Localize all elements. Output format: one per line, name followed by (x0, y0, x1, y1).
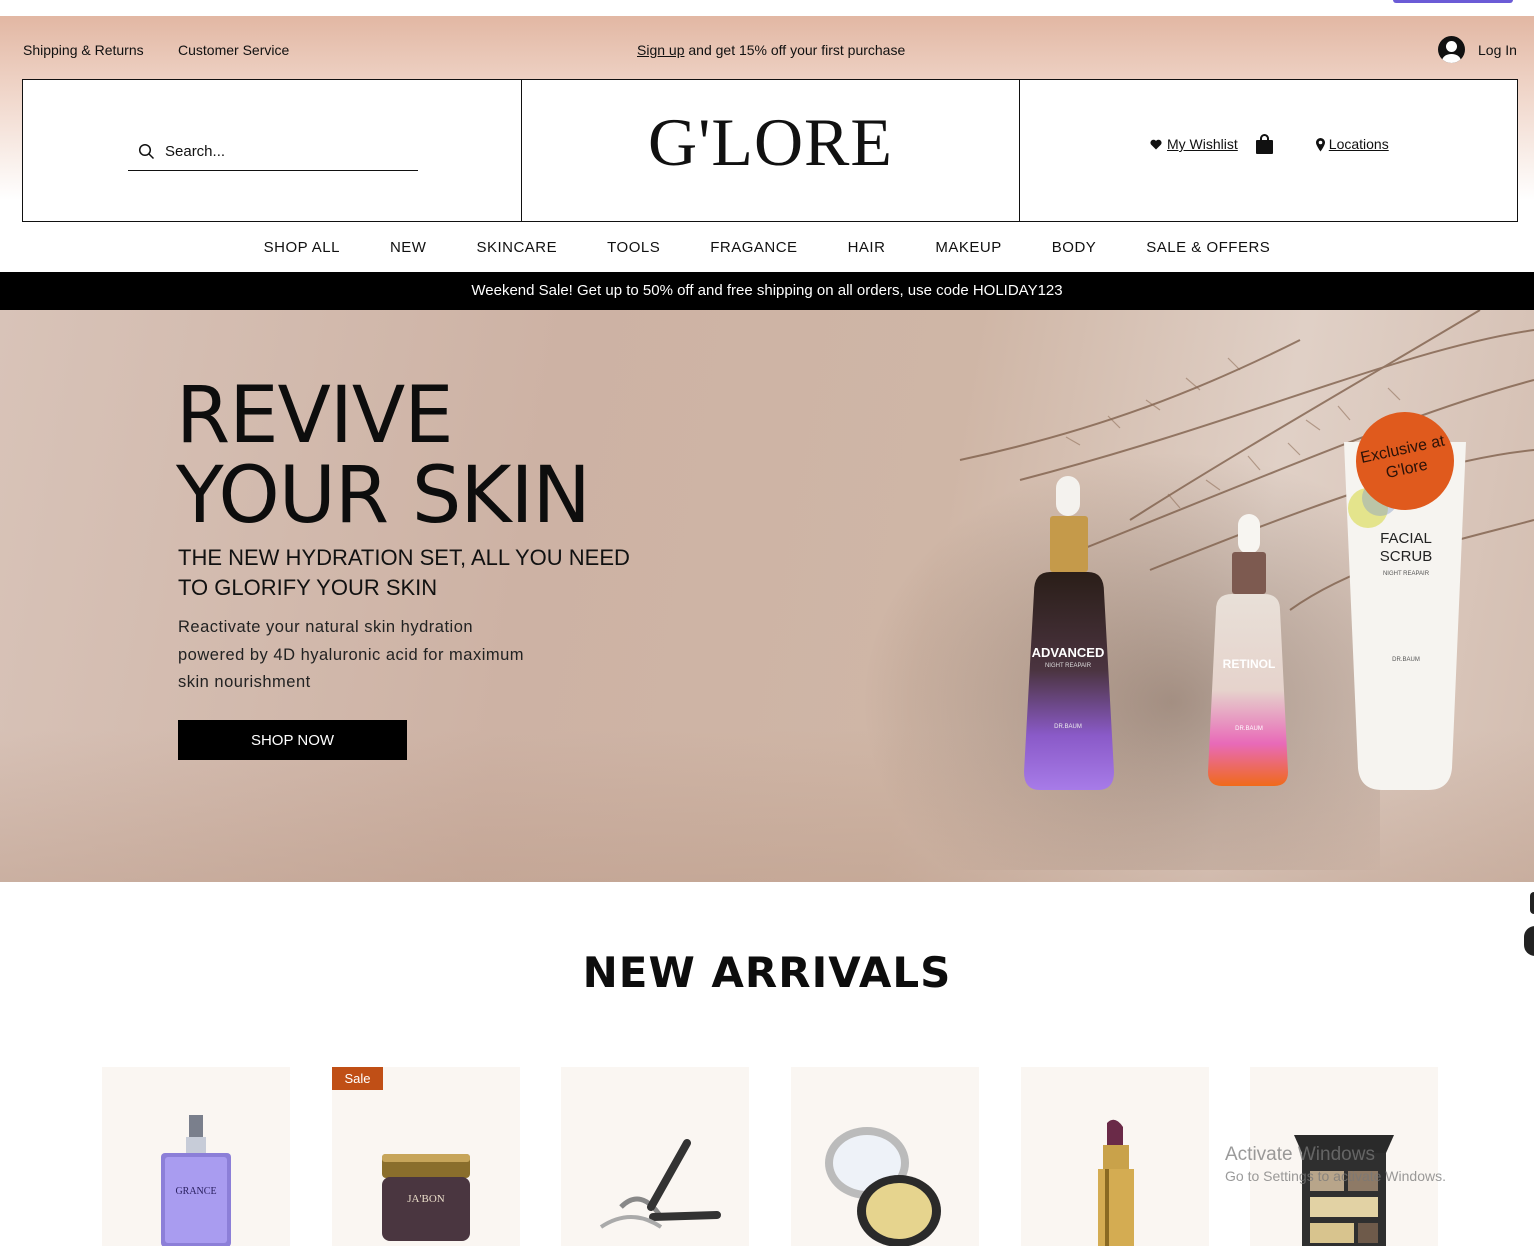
customer-service-link[interactable]: Customer Service (178, 42, 289, 58)
header-links-cell: My Wishlist Locations (1020, 80, 1517, 221)
top-edge-pill (1393, 0, 1513, 3)
login-label: Log In (1478, 41, 1517, 58)
product-card[interactable] (561, 1067, 749, 1246)
search-cell (23, 80, 522, 221)
advanced-label: ADVANCED (1031, 645, 1105, 660)
perfume-label: GRANCE (175, 1186, 217, 1197)
header-box: G'LORE My Wishlist Locations (22, 79, 1518, 222)
watermark-subtitle: Go to Settings to activate Windows. (1225, 1168, 1446, 1184)
shipping-returns-link[interactable]: Shipping & Returns (23, 42, 144, 58)
nav-fragance[interactable]: FRAGANCE (685, 239, 822, 256)
search-bar[interactable] (128, 132, 418, 171)
user-avatar-icon (1438, 36, 1465, 63)
search-input[interactable] (165, 142, 405, 160)
facial-scrub-brand: DR.BAUM (1392, 657, 1420, 663)
heart-icon (1150, 139, 1162, 149)
shopping-bag-icon[interactable] (1255, 134, 1273, 154)
eyelash-curler-image (599, 1139, 721, 1229)
product-card[interactable]: Sale JA'BON (332, 1067, 520, 1246)
facial-scrub-label: FACIAL SCRUB (1379, 530, 1433, 565)
locations-label: Locations (1328, 136, 1389, 152)
retinol-serum-bottle (1208, 514, 1288, 786)
watermark-title: Activate Windows (1225, 1144, 1375, 1165)
map-pin-icon (1315, 137, 1325, 151)
product-card[interactable]: GRANCE (102, 1067, 290, 1246)
retinol-brand: DR.BAUM (1235, 726, 1263, 732)
product-card[interactable] (1021, 1067, 1209, 1246)
nav-sale-offers[interactable]: SALE & OFFERS (1121, 239, 1295, 256)
advanced-brand: DR.BAUM (1054, 724, 1082, 730)
sale-badge: Sale (332, 1067, 383, 1090)
nav-new[interactable]: NEW (365, 239, 452, 256)
wishlist-label: My Wishlist (1167, 136, 1238, 152)
cream-jar-image (382, 1154, 470, 1241)
hero-subtitle: THE NEW HYDRATION SET, ALL YOU NEED TO G… (178, 545, 630, 600)
new-arrivals-title: NEW ARRIVALS (582, 948, 952, 997)
nav-tools[interactable]: TOOLS (582, 239, 685, 256)
nav-skincare[interactable]: SKINCARE (451, 239, 582, 256)
login-button[interactable]: Log In (1438, 36, 1517, 63)
lipstick-image (1098, 1119, 1134, 1246)
compact-powder-image (825, 1127, 941, 1246)
logo-cell: G'LORE (522, 80, 1020, 221)
header-links: My Wishlist Locations (1150, 134, 1389, 154)
facial-scrub-sub-label: NIGHT REAPAIR (1382, 571, 1430, 577)
nav-makeup[interactable]: MAKEUP (910, 239, 1026, 256)
signup-link[interactable]: Sign up (637, 42, 684, 58)
sale-announcement-bar: Weekend Sale! Get up to 50% off and free… (0, 272, 1534, 310)
wishlist-link[interactable]: My Wishlist (1150, 136, 1238, 152)
utility-bar: Shipping & Returns Customer Service Sign… (0, 16, 1534, 80)
nav-body[interactable]: BODY (1027, 239, 1122, 256)
browser-top-strip (0, 0, 1534, 16)
hero-title: REVIVE YOUR SKIN (176, 376, 591, 536)
signup-promo: Sign up and get 15% off your first purch… (637, 42, 905, 58)
hero-title-line1: REVIVE (176, 371, 453, 461)
site-logo[interactable]: G'LORE (522, 108, 1019, 176)
hero-banner: ADVANCED NIGHT REAPAIR DR.BAUM RETINOL D… (0, 310, 1534, 882)
retinol-label: RETINOL (1222, 657, 1276, 671)
search-icon (138, 143, 155, 159)
product-card[interactable] (791, 1067, 979, 1246)
cream-jar-label: JA'BON (407, 1193, 445, 1205)
hero-description: Reactivate your natural skin hydration p… (178, 618, 525, 691)
shop-now-button[interactable]: SHOP NOW (178, 720, 407, 760)
advanced-sub-label: NIGHT REAPAIR (1044, 663, 1092, 669)
activate-windows-watermark: Activate Windows Go to Settings to activ… (1225, 1144, 1446, 1184)
promo-text: and get 15% off your first purchase (684, 42, 906, 58)
nav-hair[interactable]: HAIR (823, 239, 911, 256)
nav-shop-all[interactable]: SHOP ALL (239, 239, 365, 256)
main-nav: SHOP ALL NEW SKINCARE TOOLS FRAGANCE HAI… (0, 222, 1534, 272)
locations-link[interactable]: Locations (1315, 136, 1389, 152)
perfume-bottle-image (161, 1115, 231, 1246)
hero-title-line2: YOUR SKIN (176, 451, 591, 541)
advanced-serum-bottle (1024, 476, 1114, 790)
